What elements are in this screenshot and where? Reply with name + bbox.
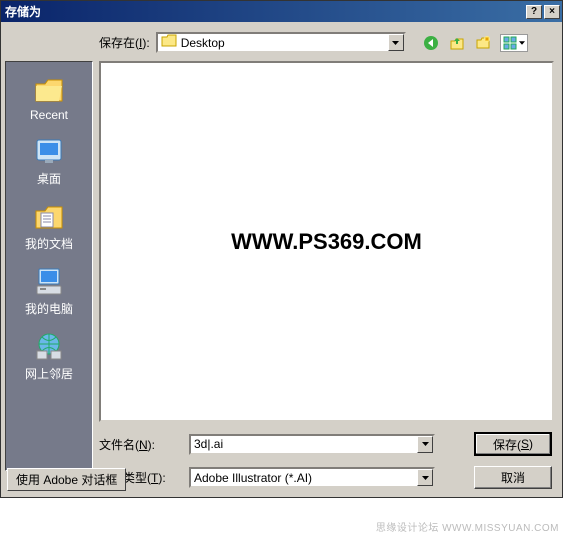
use-adobe-dialog-button[interactable]: 使用 Adobe 对话框 [7, 468, 126, 491]
documents-icon [6, 199, 92, 233]
filename-input[interactable]: 3d|.ai [189, 434, 435, 455]
titlebar: 存储为 ? × [1, 1, 562, 22]
location-dropdown[interactable]: Desktop [156, 32, 406, 53]
network-icon [6, 329, 92, 363]
filename-label: 文件名(N): [99, 436, 179, 453]
new-folder-icon[interactable] [474, 34, 492, 52]
save-as-dialog: 存储为 ? × 保存在(I): Desktop [0, 0, 563, 498]
footer-credit: 思缘设计论坛 WWW.MISSYUAN.COM [376, 519, 559, 534]
desktop-icon [6, 134, 92, 168]
file-list-area[interactable]: WWW.PS369.COM [99, 61, 554, 422]
back-icon[interactable] [422, 34, 440, 52]
save-in-label: 保存在(I): [99, 34, 150, 51]
dropdown-arrow-icon[interactable] [388, 34, 404, 51]
view-menu-icon[interactable] [500, 34, 528, 52]
sidebar-item-desktop[interactable]: 桌面 [6, 130, 92, 195]
dialog-title: 存储为 [5, 3, 524, 20]
dropdown-arrow-icon[interactable] [417, 436, 433, 453]
computer-icon [6, 264, 92, 298]
sidebar-item-computer[interactable]: 我的电脑 [6, 260, 92, 325]
save-button[interactable]: 保存(S) [474, 432, 552, 456]
filetype-dropdown[interactable]: Adobe Illustrator (*.AI) [189, 467, 435, 488]
sidebar-item-network[interactable]: 网上邻居 [6, 325, 92, 390]
sidebar-item-recent[interactable]: Recent [6, 68, 92, 130]
up-one-level-icon[interactable] [448, 34, 466, 52]
dropdown-arrow-icon[interactable] [417, 469, 433, 486]
close-button[interactable]: × [544, 5, 560, 19]
folder-icon [161, 34, 177, 51]
location-value: Desktop [181, 36, 225, 50]
help-button[interactable]: ? [526, 5, 542, 19]
watermark-text: WWW.PS369.COM [231, 229, 422, 255]
sidebar-item-documents[interactable]: 我的文档 [6, 195, 92, 260]
cancel-button[interactable]: 取消 [474, 466, 552, 489]
places-sidebar: Recent 桌面 我的文档 [5, 61, 93, 471]
recent-icon [6, 72, 92, 106]
